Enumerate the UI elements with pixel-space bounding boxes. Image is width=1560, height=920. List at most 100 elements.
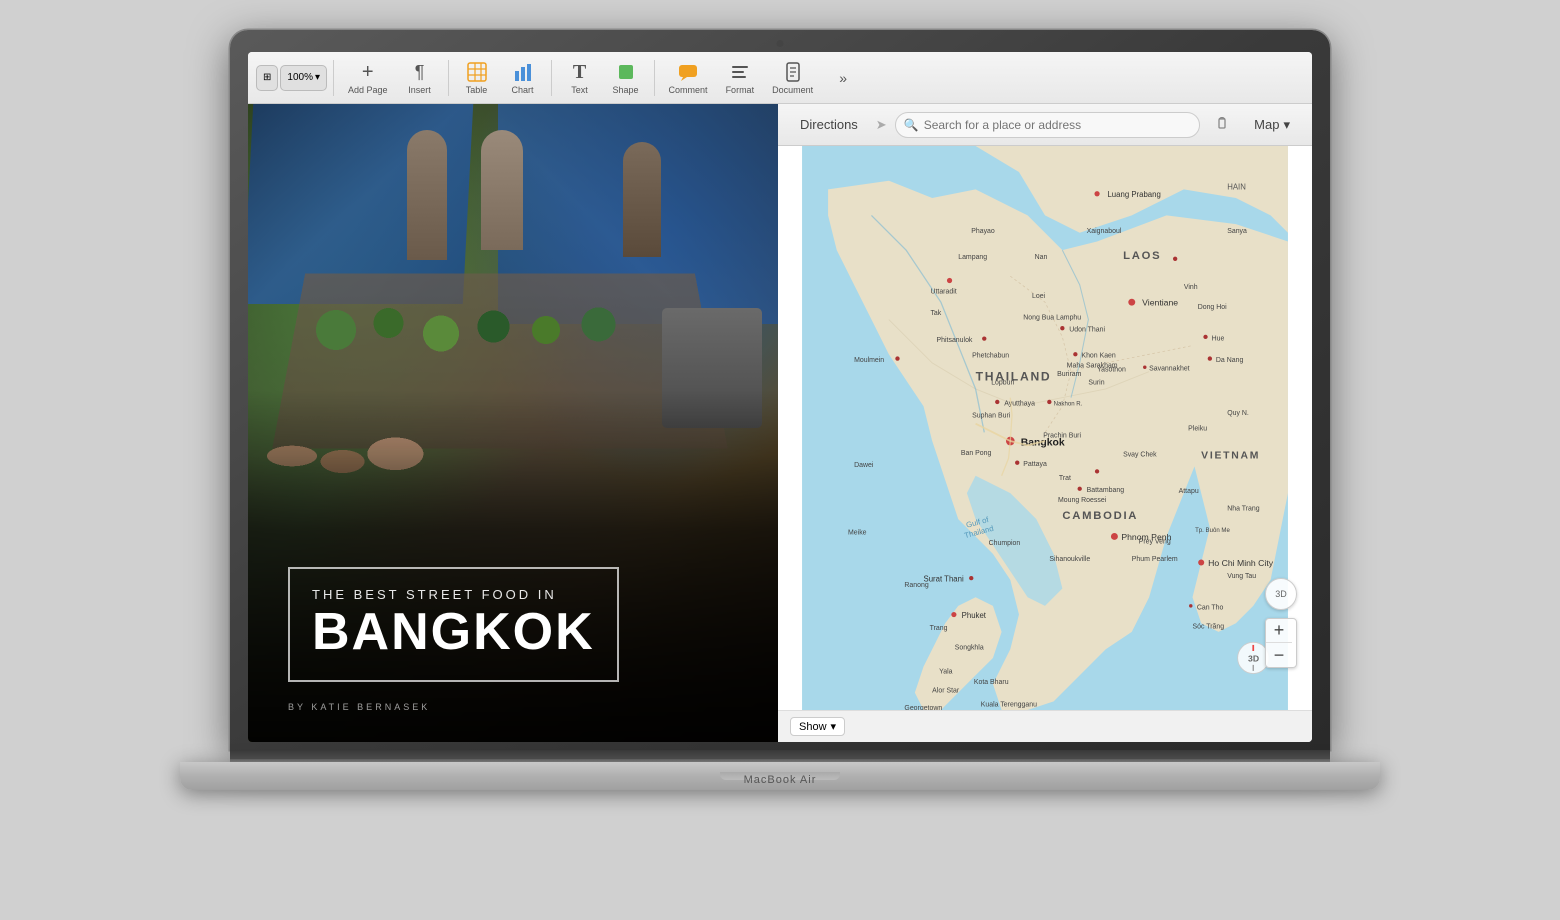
svg-text:Alor Star: Alor Star xyxy=(932,688,960,695)
svg-text:Savannakhet: Savannakhet xyxy=(1149,366,1190,373)
zoom-arrow-icon: ▾ xyxy=(315,72,320,83)
svg-text:Quy N.: Quy N. xyxy=(1227,410,1249,417)
svg-text:Ho Chi Minh City: Ho Chi Minh City xyxy=(1208,558,1274,568)
comment-button[interactable]: Comment xyxy=(661,56,716,99)
person-2 xyxy=(481,130,523,250)
svg-text:Phetchabun: Phetchabun xyxy=(972,353,1009,360)
svg-text:Can Tho: Can Tho xyxy=(1197,604,1224,611)
svg-text:Trang: Trang xyxy=(930,625,948,632)
map-type-button[interactable]: Map ▾ xyxy=(1244,113,1300,137)
insert-icon: ¶ xyxy=(408,60,432,84)
document-button[interactable]: Document xyxy=(764,56,821,99)
chart-button[interactable]: Chart xyxy=(501,56,545,99)
format-icon xyxy=(728,60,752,84)
svg-text:Vientiane: Vientiane xyxy=(1142,298,1178,308)
person-1 xyxy=(407,130,447,260)
more-button[interactable]: » xyxy=(823,62,863,94)
svg-text:Ayutthaya: Ayutthaya xyxy=(1004,400,1035,407)
svg-text:Sihanoukville: Sihanoukville xyxy=(1049,556,1090,563)
svg-text:Nong Bua Lamphu: Nong Bua Lamphu xyxy=(1023,315,1081,322)
svg-text:Sanya: Sanya xyxy=(1227,228,1247,235)
map-search-container: 🔍 xyxy=(895,112,1200,138)
navigation-icon: ➤ xyxy=(876,117,887,133)
svg-text:Tak: Tak xyxy=(930,310,941,317)
camera-dot xyxy=(777,40,784,47)
comment-icon xyxy=(676,60,700,84)
format-button[interactable]: Format xyxy=(718,56,763,99)
person-3 xyxy=(623,142,661,257)
map-svg: Luang Prabang Vientiane LAOS THAILAND xyxy=(778,146,1312,710)
document-main-title: BANGKOK xyxy=(312,606,595,658)
svg-text:Lopburi: Lopburi xyxy=(991,380,1015,387)
svg-text:Vung Tau: Vung Tau xyxy=(1227,573,1256,580)
document-panel: THE BEST STREET FOOD IN BANGKOK BY KATIE… xyxy=(248,104,778,742)
svg-text:Loei: Loei xyxy=(1032,293,1046,300)
svg-text:Moulmein: Moulmein xyxy=(854,357,884,364)
shape-icon xyxy=(614,60,638,84)
svg-text:Yala: Yala xyxy=(939,669,953,676)
svg-text:3D: 3D xyxy=(1248,653,1259,663)
table-icon xyxy=(465,60,489,84)
shape-button[interactable]: Shape xyxy=(604,56,648,99)
view-button[interactable]: ⊞ xyxy=(256,65,278,91)
svg-text:Meike: Meike xyxy=(848,530,867,537)
zoom-button[interactable]: 100% ▾ xyxy=(280,65,327,91)
svg-text:Da Nang: Da Nang xyxy=(1216,357,1244,364)
zoom-out-button[interactable]: − xyxy=(1266,643,1292,667)
insert-button[interactable]: ¶ Insert xyxy=(398,56,442,99)
svg-text:Chumpion: Chumpion xyxy=(989,540,1021,547)
toolbar: ⊞ 100% ▾ + Add Page ¶ Insert xyxy=(248,52,1312,104)
svg-text:Luang Prabang: Luang Prabang xyxy=(1107,190,1160,199)
svg-text:Khon Kaen: Khon Kaen xyxy=(1081,353,1115,360)
text-label: Text xyxy=(571,85,588,95)
text-button[interactable]: T Text xyxy=(558,56,602,99)
svg-text:Vinh: Vinh xyxy=(1184,284,1198,291)
macbook-base: MacBook Air xyxy=(180,762,1380,790)
svg-text:HAIN: HAIN xyxy=(1227,182,1246,191)
screen-bezel: ⊞ 100% ▾ + Add Page ¶ Insert xyxy=(230,30,1330,750)
svg-text:Prey Veng: Prey Veng xyxy=(1139,538,1171,545)
svg-text:Battambang: Battambang xyxy=(1087,487,1125,494)
macbook-container: ⊞ 100% ▾ + Add Page ¶ Insert xyxy=(180,30,1380,890)
svg-text:Georgetown: Georgetown xyxy=(904,705,942,710)
zoom-in-button[interactable]: + xyxy=(1266,619,1292,643)
svg-text:Phitsanulok: Phitsanulok xyxy=(937,337,973,344)
svg-text:VIETNAM: VIETNAM xyxy=(1201,450,1260,461)
macbook-hinge xyxy=(230,750,1330,762)
add-page-button[interactable]: + Add Page xyxy=(340,56,396,99)
add-page-icon: + xyxy=(356,60,380,84)
map-type-arrow-icon: ▾ xyxy=(1283,117,1290,133)
map-type-label: Map xyxy=(1254,117,1279,132)
svg-text:Phayao: Phayao xyxy=(971,228,995,235)
svg-text:Kota Bharu: Kota Bharu xyxy=(974,679,1009,686)
svg-text:Udon Thani: Udon Thani xyxy=(1069,327,1105,334)
photo-background: THE BEST STREET FOOD IN BANGKOK BY KATIE… xyxy=(248,104,778,742)
map-panel: Directions ➤ 🔍 xyxy=(778,104,1312,742)
svg-text:Attapu: Attapu xyxy=(1179,488,1199,495)
add-page-label: Add Page xyxy=(348,85,388,95)
svg-text:Nakhon R.: Nakhon R. xyxy=(1054,401,1083,407)
svg-text:Xaignaboul: Xaignaboul xyxy=(1087,228,1122,235)
table-button[interactable]: Table xyxy=(455,56,499,99)
show-button[interactable]: Show ▾ xyxy=(790,717,845,736)
map-search-input[interactable] xyxy=(895,112,1200,138)
compass-button[interactable]: 3D xyxy=(1265,578,1297,610)
toolbar-separator-4 xyxy=(654,60,655,96)
svg-text:CAMBODIA: CAMBODIA xyxy=(1062,510,1138,522)
svg-text:Suphan Buri: Suphan Buri xyxy=(972,413,1011,420)
directions-button[interactable]: Directions xyxy=(790,113,868,136)
screen: ⊞ 100% ▾ + Add Page ¶ Insert xyxy=(248,52,1312,742)
share-icon[interactable] xyxy=(1208,111,1236,139)
show-arrow-icon: ▾ xyxy=(831,720,837,733)
svg-text:Phuket: Phuket xyxy=(962,611,987,620)
zoom-controls: + − xyxy=(1265,618,1297,668)
document-icon xyxy=(781,60,805,84)
map-bottom-bar: Show ▾ xyxy=(778,710,1312,742)
svg-text:Phum Pearlem: Phum Pearlem xyxy=(1132,556,1178,563)
directions-label: Directions xyxy=(800,117,858,132)
show-label: Show xyxy=(799,721,827,733)
more-icon: » xyxy=(831,66,855,90)
toolbar-separator-1 xyxy=(333,60,334,96)
svg-text:Ranong: Ranong xyxy=(904,582,928,589)
page-title-area: THE BEST STREET FOOD IN BANGKOK xyxy=(288,567,738,682)
